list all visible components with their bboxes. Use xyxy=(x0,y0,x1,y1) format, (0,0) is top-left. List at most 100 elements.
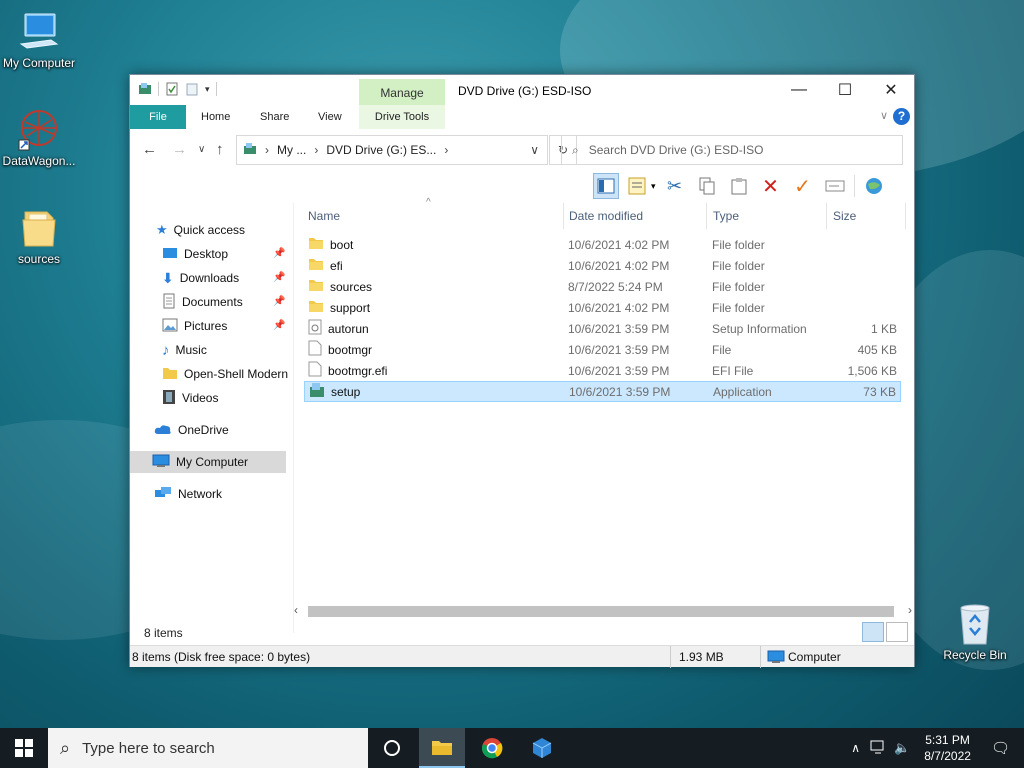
file-name: support xyxy=(330,300,371,315)
tab-share[interactable]: Share xyxy=(260,105,289,129)
views-icon[interactable] xyxy=(625,173,651,199)
system-tray: ∧ 🔈 5:31 PM 8/7/2022 🗨 xyxy=(845,728,1024,768)
nav-music[interactable]: ♪ Music xyxy=(162,339,207,361)
recent-locations-icon[interactable]: ∨ xyxy=(198,144,205,155)
nav-videos[interactable]: Videos xyxy=(162,387,218,409)
customize-qa-icon[interactable]: ▾ xyxy=(205,84,210,95)
cut-icon[interactable]: ✂ xyxy=(662,173,688,199)
file-name: bootmgr.efi xyxy=(328,363,388,378)
back-arrow-icon[interactable]: ← xyxy=(142,141,157,158)
table-row[interactable]: bootmgr.efi 10/6/2021 3:59 PM EFI File 1,50… xyxy=(304,360,901,381)
desktop-icon-recycle-bin[interactable]: Recycle Bin xyxy=(933,602,1017,662)
file-explorer-taskbar-button[interactable] xyxy=(419,728,465,768)
table-row[interactable]: autorun 10/6/2021 3:59 PM Setup Informatio… xyxy=(304,318,901,339)
file-list: ^ Name Date modified Type Size boot 10/6/… xyxy=(300,197,908,601)
column-header-name[interactable]: Name xyxy=(302,203,564,229)
nav-quick-access[interactable]: ★ Quick access xyxy=(156,219,245,241)
close-button[interactable]: ✕ xyxy=(868,75,914,105)
volume-icon[interactable]: 🔈 xyxy=(890,740,914,756)
nav-my-computer[interactable]: My Computer xyxy=(130,451,286,473)
minimize-button[interactable]: — xyxy=(776,75,822,105)
file-type: File xyxy=(712,342,732,357)
rename-icon[interactable] xyxy=(822,173,848,199)
desktop-icon-sources[interactable]: sources xyxy=(0,206,81,266)
column-header-type[interactable]: Type xyxy=(707,203,827,229)
delete-icon[interactable]: ✕ xyxy=(758,173,784,199)
pin-icon[interactable]: 📌 xyxy=(273,320,285,331)
checkmark-icon[interactable]: ✓ xyxy=(790,173,816,199)
music-note-icon: ♪ xyxy=(162,341,170,359)
address-field[interactable]: › My ... › DVD Drive (G:) ES... › ∨ xyxy=(236,135,548,165)
tab-file[interactable]: File xyxy=(130,105,186,129)
scroll-right-icon[interactable]: › xyxy=(908,603,912,617)
file-name-cell: autorun xyxy=(308,319,369,338)
pin-icon[interactable]: 📌 xyxy=(273,296,285,307)
nav-pictures[interactable]: Pictures xyxy=(162,315,227,337)
table-row[interactable]: boot 10/6/2021 4:02 PM File folder xyxy=(304,234,901,255)
chevron-up-icon[interactable]: ∧ xyxy=(845,741,866,755)
preview-pane-icon[interactable] xyxy=(593,173,619,199)
maximize-button[interactable]: ☐ xyxy=(822,75,868,105)
nav-downloads[interactable]: ⬇ Downloads xyxy=(162,267,239,289)
start-button[interactable] xyxy=(0,728,48,768)
table-row[interactable]: sources 8/7/2022 5:24 PM File folder xyxy=(304,276,901,297)
network-tray-icon[interactable] xyxy=(866,740,890,757)
notifications-icon[interactable]: 🗨 xyxy=(981,739,1024,757)
table-row[interactable]: support 10/6/2021 4:02 PM File folder xyxy=(304,297,901,318)
new-folder-icon[interactable] xyxy=(185,82,199,96)
clock[interactable]: 5:31 PM 8/7/2022 xyxy=(914,732,981,764)
taskbar-search-input[interactable]: Type here to search xyxy=(82,740,215,757)
tab-view[interactable]: View xyxy=(318,105,342,129)
expand-ribbon-icon[interactable]: ∨ xyxy=(880,109,888,122)
column-header-size[interactable]: Size xyxy=(827,203,906,229)
copy-icon[interactable] xyxy=(694,173,720,199)
chevron-right-icon[interactable]: › xyxy=(314,143,318,157)
table-row[interactable]: bootmgr 10/6/2021 3:59 PM File 405 KB xyxy=(304,339,901,360)
horizontal-scrollbar[interactable]: ‹ › xyxy=(292,603,914,620)
scrollbar-thumb[interactable] xyxy=(308,606,894,617)
nav-network[interactable]: Network xyxy=(154,483,222,505)
nav-onedrive[interactable]: OneDrive xyxy=(154,419,229,441)
pin-icon[interactable]: 📌 xyxy=(273,272,285,283)
views-dropdown-icon[interactable]: ▾ xyxy=(651,181,656,192)
search-input[interactable]: Search DVD Drive (G:) ESD-ISO xyxy=(589,143,764,157)
up-arrow-icon[interactable]: ↑ xyxy=(216,141,224,158)
chevron-right-icon[interactable]: › xyxy=(265,143,269,157)
nav-desktop[interactable]: Desktop xyxy=(162,243,228,265)
table-row[interactable]: setup 10/6/2021 3:59 PM Application 73 KB xyxy=(304,381,901,402)
address-dropdown-icon[interactable]: ∨ xyxy=(530,143,539,157)
table-row[interactable]: efi 10/6/2021 4:02 PM File folder xyxy=(304,255,901,276)
taskbar-search-box[interactable]: ⌕ Type here to search xyxy=(48,728,368,768)
tab-drive-tools[interactable]: Drive Tools xyxy=(359,105,445,129)
cortana-button[interactable] xyxy=(369,728,415,768)
large-icons-view-icon[interactable] xyxy=(886,622,908,642)
chevron-right-icon[interactable]: › xyxy=(444,143,448,157)
scroll-left-icon[interactable]: ‹ xyxy=(294,603,298,617)
help-icon[interactable]: ? xyxy=(893,108,910,125)
column-header-date[interactable]: Date modified xyxy=(563,203,707,229)
forward-arrow-icon[interactable]: → xyxy=(172,141,187,158)
nav-open-shell[interactable]: Open-Shell Modern xyxy=(162,363,292,385)
desktop-icon-datawagon[interactable]: DataWagon... xyxy=(0,108,81,168)
chrome-taskbar-button[interactable] xyxy=(469,728,515,768)
app-taskbar-button[interactable] xyxy=(519,728,565,768)
datawagon-icon xyxy=(17,108,61,152)
folder-icon xyxy=(308,278,324,295)
file-size: 73 KB xyxy=(863,384,896,399)
paste-icon[interactable] xyxy=(726,173,752,199)
quick-access-toolbar: ▾ xyxy=(138,82,217,96)
desktop-icon xyxy=(162,246,178,263)
globe-icon[interactable] xyxy=(861,173,887,199)
breadcrumb-dvd-drive[interactable]: DVD Drive (G:) ES... xyxy=(326,143,436,157)
status-text: 8 items (Disk free space: 0 bytes) xyxy=(132,650,311,664)
command-toolbar: ▾ ✂ ✕ ✓ xyxy=(593,171,887,201)
desktop-icon-my-computer[interactable]: My Computer xyxy=(0,10,81,70)
file-type: File folder xyxy=(712,279,765,294)
pin-icon[interactable]: 📌 xyxy=(273,248,285,259)
details-view-icon[interactable] xyxy=(862,622,884,642)
search-box[interactable]: ⌕ Search DVD Drive (G:) ESD-ISO xyxy=(561,135,903,165)
breadcrumb-my-computer[interactable]: My ... xyxy=(277,143,306,157)
nav-documents[interactable]: Documents xyxy=(162,291,243,313)
tab-home[interactable]: Home xyxy=(201,105,230,129)
properties-icon[interactable] xyxy=(165,82,179,96)
